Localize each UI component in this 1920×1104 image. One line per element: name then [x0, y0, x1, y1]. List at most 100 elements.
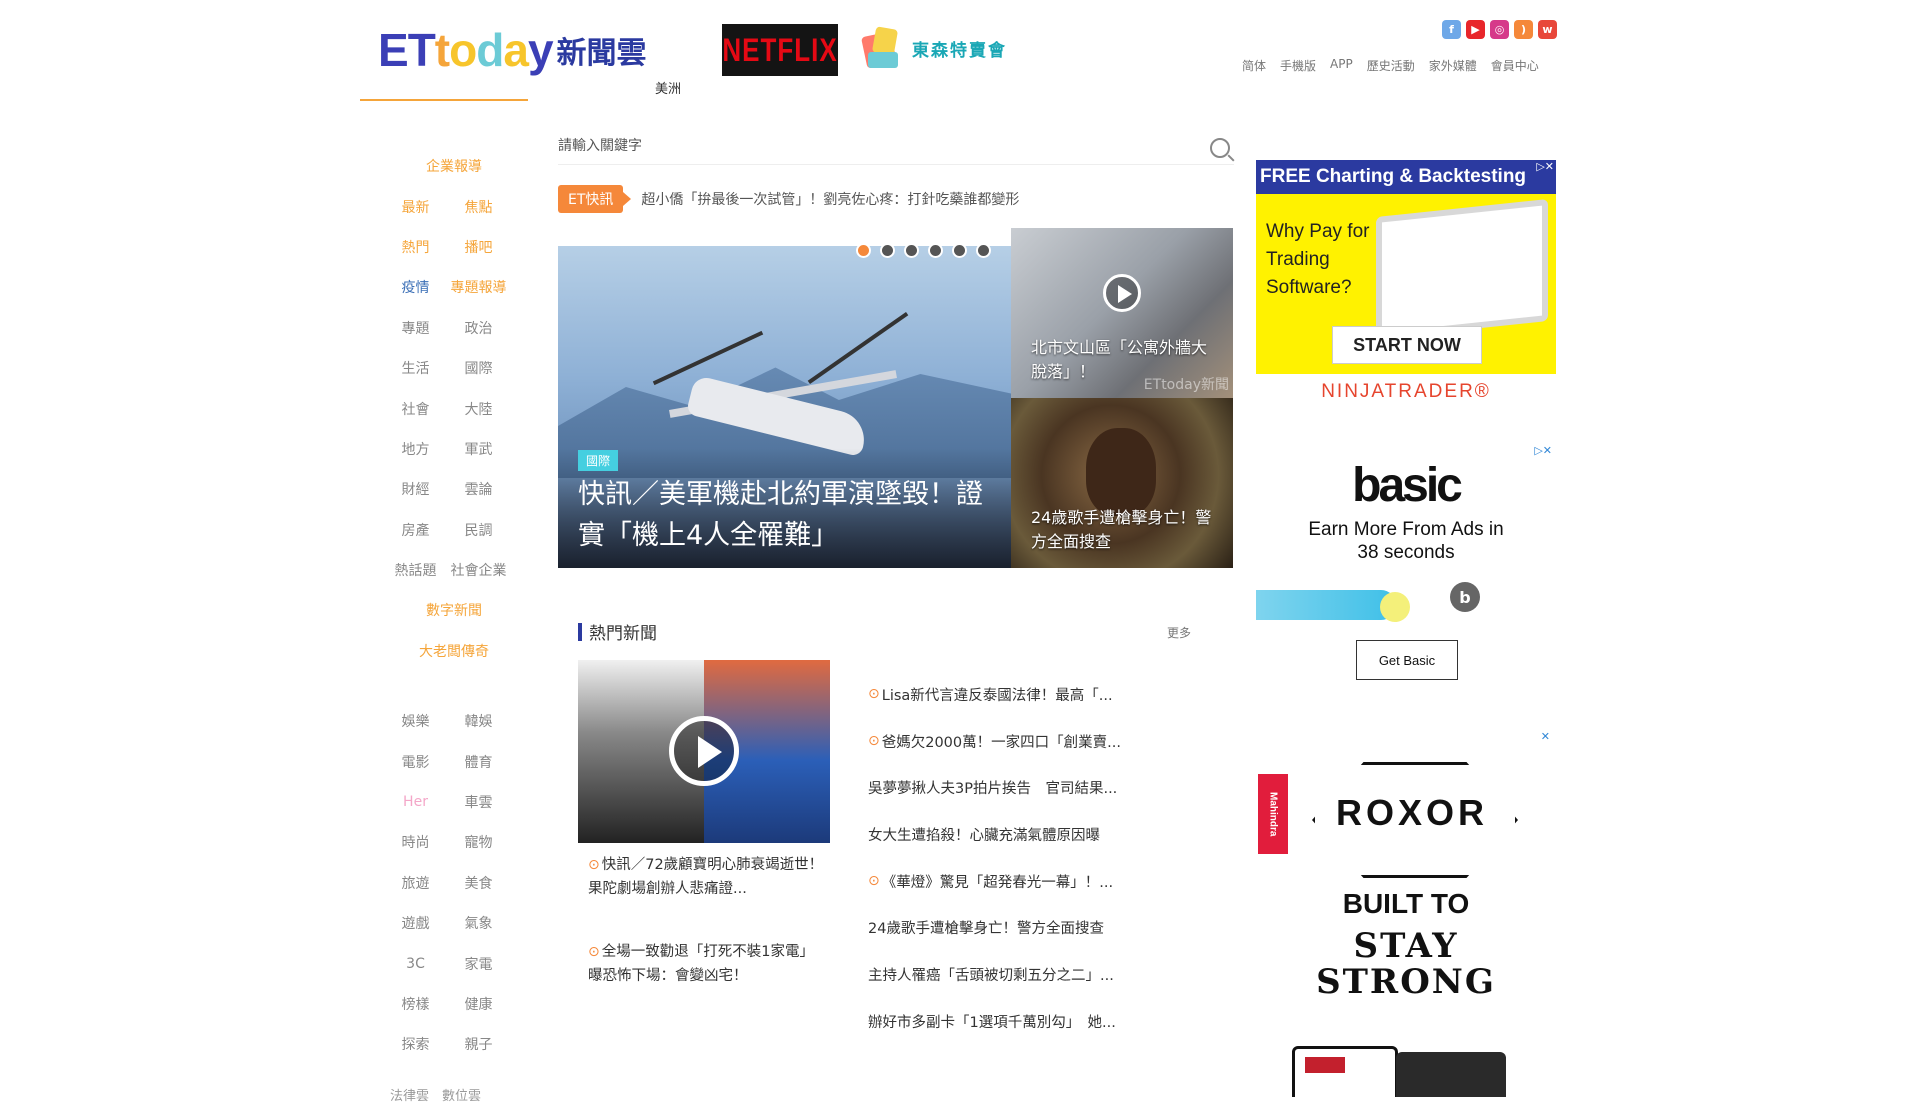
- sidebar-item-local[interactable]: 地方: [384, 439, 447, 459]
- ad-close-icon[interactable]: ✕: [1541, 730, 1550, 743]
- ettoday-logo[interactable]: ETtoday 新聞雲: [378, 22, 688, 78]
- hot-list-item-3[interactable]: 吳夢夢揪人夫3P拍片挨告 官司結果...: [868, 764, 1208, 811]
- slider-dot-2[interactable]: [880, 243, 895, 258]
- sidebar-item-latest[interactable]: 最新: [384, 197, 447, 217]
- sidebar-item-entertainment[interactable]: 娛樂: [384, 711, 447, 731]
- ad1-header: FREE Charting & Backtesting: [1256, 160, 1556, 194]
- ticker-headline[interactable]: 超小僑「拚最後一次試管」！劉亮佐心疼：打針吃藥誰都變形: [641, 189, 1019, 209]
- hot-news-more-link[interactable]: 更多: [1167, 624, 1191, 641]
- jeep-vehicle-image: [1396, 1052, 1506, 1097]
- hot-list-item-8[interactable]: 辦好市多副卡「1選項千萬別勾」 她...: [868, 998, 1208, 1045]
- sidebar-item-travel[interactable]: 旅遊: [384, 873, 447, 893]
- hot-list-item-4[interactable]: 女大生遭掐殺！心臟充滿氣體原因曝: [868, 811, 1208, 858]
- sidebar-item-society[interactable]: 社會: [384, 399, 447, 419]
- nav-outdoor-media[interactable]: 家外媒體: [1429, 57, 1477, 74]
- ad2-get-button[interactable]: Get Basic: [1356, 640, 1458, 680]
- netflix-banner[interactable]: NETFLIX: [722, 24, 838, 76]
- ad3-built-text: BUILT TO: [1342, 888, 1470, 919]
- play-icon: [1103, 274, 1141, 312]
- slider-dot-4[interactable]: [928, 243, 943, 258]
- nav-member-center[interactable]: 會員中心: [1491, 57, 1539, 74]
- nav-app[interactable]: APP: [1330, 57, 1353, 74]
- sidebar-item-poll[interactable]: 民調: [447, 520, 510, 540]
- sidebar-item-opinion[interactable]: 雲論: [447, 479, 510, 499]
- sidebar-item-korean-ent[interactable]: 韓娛: [447, 711, 510, 731]
- hot-left-item-2[interactable]: ⊙ 全場一致勸退「打死不裝1家電」 曝恐怖下場：會變凶宅！: [588, 940, 828, 988]
- ad3-stay-text: STAY STRONG: [1316, 926, 1496, 1002]
- side-story-2[interactable]: 24歲歌手遭槍擊身亡！警方全面搜查: [1011, 398, 1233, 568]
- ad-roxor[interactable]: ✕ Mahindra ROXOR BUILT TO STAY STRONG: [1256, 730, 1556, 1097]
- sidebar-item-role-models[interactable]: 榜樣: [384, 994, 447, 1014]
- sidebar-item-china[interactable]: 大陸: [447, 399, 510, 419]
- youtube-icon[interactable]: ▶: [1466, 20, 1485, 39]
- rss-icon[interactable]: ): [1514, 20, 1533, 39]
- instagram-icon[interactable]: ◎: [1490, 20, 1509, 39]
- sidebar-item-sports[interactable]: 體育: [447, 752, 510, 772]
- sidebar-item-finance[interactable]: 財經: [384, 479, 447, 499]
- side-story-1[interactable]: 北市文山區「公寓外牆大脫落」！ ETtoday新聞: [1011, 228, 1233, 398]
- sidebar-item-politics[interactable]: 政治: [447, 318, 510, 338]
- sidebar-item-food[interactable]: 美食: [447, 873, 510, 893]
- sidebar-item-military[interactable]: 軍武: [447, 439, 510, 459]
- mahindra-logo: Mahindra: [1258, 774, 1288, 854]
- weibo-icon[interactable]: w: [1538, 20, 1557, 39]
- sidebar-item-topics[interactable]: 專題: [384, 318, 447, 338]
- sidebar-item-boss-legends[interactable]: 大老闆傳奇: [419, 641, 489, 661]
- sidebar-nav: 企業報導 最新 焦點 熱門 播吧 疫情 專題報導 專題 政治 生活 國際 社會 大陸 地方軍…: [384, 146, 524, 1065]
- hot-list-item-1[interactable]: ⊙ Lisa新代言違反泰國法律！最高「...: [868, 671, 1208, 718]
- sidebar-bottom-links[interactable]: 法律雲 數位雲: [390, 1085, 481, 1104]
- sidebar-item-focus[interactable]: 焦點: [447, 197, 510, 217]
- search-input[interactable]: [558, 132, 1158, 160]
- sidebar-item-hot-topics[interactable]: 熱話題: [384, 560, 447, 580]
- region-label[interactable]: 美洲: [655, 78, 681, 97]
- sidebar-item-explore[interactable]: 探索: [384, 1034, 447, 1054]
- sidebar-item-life[interactable]: 生活: [384, 358, 447, 378]
- promo-banner[interactable]: 東森特賣會: [858, 20, 1028, 76]
- nav-events[interactable]: 歷史活動: [1367, 57, 1415, 74]
- slider-dot-3[interactable]: [904, 243, 919, 258]
- ad-close-icon[interactable]: ▷✕: [1536, 160, 1554, 173]
- slider-dot-1[interactable]: [856, 243, 871, 258]
- sidebar-item-health[interactable]: 健康: [447, 994, 510, 1014]
- sidebar-item-parenting[interactable]: 親子: [447, 1034, 510, 1054]
- sidebar-item-appliances[interactable]: 家電: [447, 954, 510, 974]
- sidebar-item-special-report[interactable]: 專題報導: [447, 277, 510, 297]
- search-icon[interactable]: [1210, 138, 1230, 158]
- sidebar-item-cars[interactable]: 車雲: [447, 792, 510, 812]
- hot-list-item-6[interactable]: 24歲歌手遭槍擊身亡！警方全面搜查: [868, 904, 1208, 951]
- play-icon: [669, 716, 739, 786]
- sidebar-item-digital-news[interactable]: 數字新聞: [426, 600, 482, 620]
- nav-simplified[interactable]: 简体: [1242, 57, 1266, 74]
- sidebar-item-hot[interactable]: 熱門: [384, 237, 447, 257]
- sidebar-item-3c[interactable]: 3C: [384, 956, 447, 972]
- hot-news-image[interactable]: [578, 660, 830, 843]
- sidebar-item-video[interactable]: 播吧: [447, 237, 510, 257]
- top-nav: 简体 手機版 APP 歷史活動 家外媒體 會員中心: [1242, 57, 1539, 74]
- nav-mobile[interactable]: 手機版: [1280, 57, 1316, 74]
- sidebar-item-fashion[interactable]: 時尚: [384, 832, 447, 852]
- sidebar-item-epidemic[interactable]: 疫情: [384, 277, 447, 297]
- ad-close-icon[interactable]: ▷✕: [1534, 444, 1552, 457]
- slider-dot-5[interactable]: [952, 243, 967, 258]
- hot-list-item-2[interactable]: ⊙ 爸媽欠2000萬！一家四口「創業賣...: [868, 718, 1208, 765]
- hot-list-item-7[interactable]: 主持人罹癌「舌頭被切剩五分之二」...: [868, 951, 1208, 998]
- hot-left-item-1[interactable]: ⊙ 快訊／72歲顧寶明心肺衰竭逝世！果陀劇場創辦人悲痛證...: [588, 853, 828, 901]
- slider-dot-6[interactable]: [976, 243, 991, 258]
- ad1-start-button[interactable]: START NOW: [1332, 326, 1482, 364]
- sidebar-item-social-enterprise[interactable]: 社會企業: [447, 560, 510, 580]
- ad-basic[interactable]: ▷✕ basic Earn More From Ads in 38 second…: [1256, 444, 1556, 694]
- ad2-slider-knob: [1380, 592, 1410, 622]
- sidebar-item-international[interactable]: 國際: [447, 358, 510, 378]
- sidebar-item-games[interactable]: 遊戲: [384, 913, 447, 933]
- sidebar-item-pets[interactable]: 寵物: [447, 832, 510, 852]
- sidebar-item-corporate[interactable]: 企業報導: [426, 156, 482, 176]
- main-slider-story[interactable]: 國際 快訊／美軍機赴北約軍演墜毀！證實「機上4人全罹難」: [558, 246, 1011, 568]
- sidebar-item-weather[interactable]: 氣象: [447, 913, 510, 933]
- facebook-icon[interactable]: f: [1442, 20, 1461, 39]
- sidebar-item-her[interactable]: Her: [384, 794, 447, 810]
- hot-list-item-5[interactable]: ⊙ 《華燈》驚見「超発春光一幕」！...: [868, 858, 1208, 905]
- section-bar: [578, 622, 582, 641]
- sidebar-item-movies[interactable]: 電影: [384, 752, 447, 772]
- sidebar-item-property[interactable]: 房產: [384, 520, 447, 540]
- ad-ninjatrader[interactable]: FREE Charting & Backtesting Why Pay for …: [1256, 160, 1556, 410]
